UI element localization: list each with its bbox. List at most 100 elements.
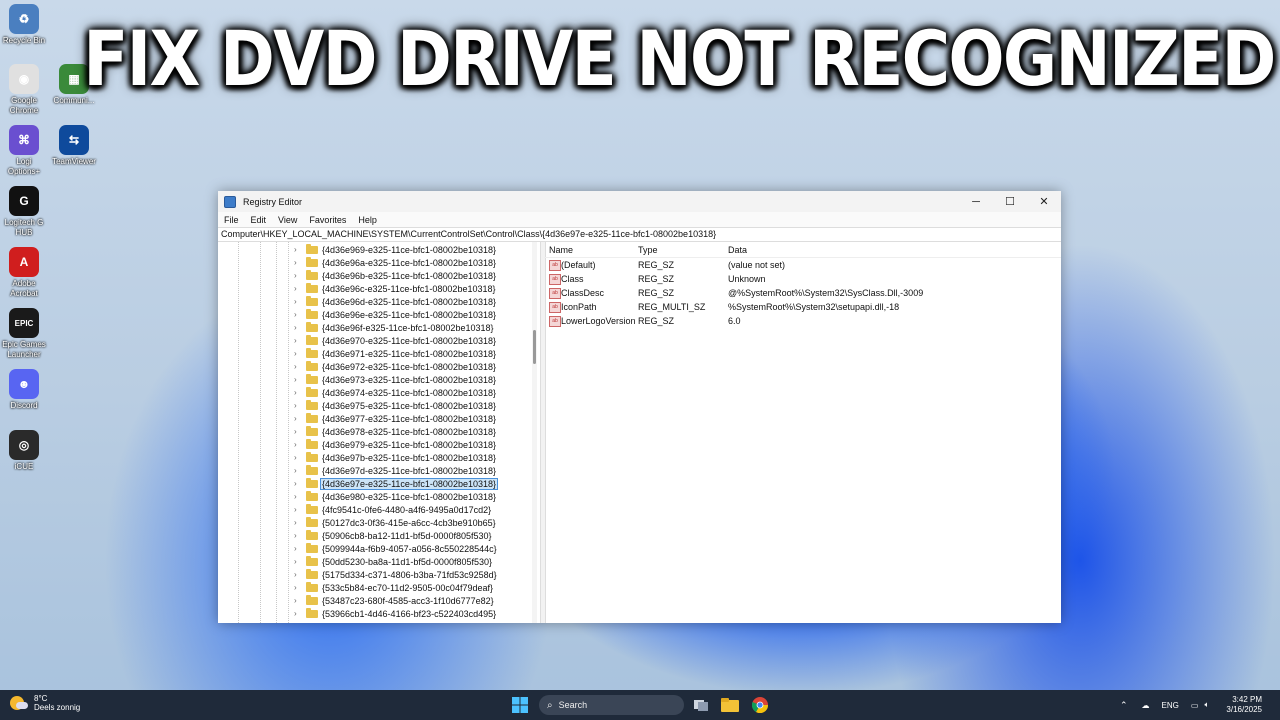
chevron-right-icon[interactable]: ›	[294, 518, 303, 527]
tree-item[interactable]: › {4d36e97b-e325-11ce-bfc1-08002be10318}	[294, 451, 497, 464]
chevron-right-icon[interactable]: ›	[294, 310, 303, 319]
minimize-button[interactable]: ─	[959, 191, 993, 212]
chevron-right-icon[interactable]: ›	[294, 440, 303, 449]
menu-favorites[interactable]: Favorites	[303, 215, 352, 225]
value-row[interactable]: ab IconPath REG_MULTI_SZ %SystemRoot%\Syste…	[544, 300, 1061, 314]
chevron-right-icon[interactable]: ›	[294, 323, 303, 332]
value-row[interactable]: ab ClassDesc REG_SZ @%SystemRoot%\System32\…	[544, 286, 1061, 300]
chevron-right-icon[interactable]: ›	[294, 609, 303, 618]
desktop-icon[interactable]: ◉ Google Chrome	[0, 64, 48, 116]
chevron-right-icon[interactable]: ›	[294, 557, 303, 566]
tree-item[interactable]: › {4d36e979-e325-11ce-bfc1-08002be10318}	[294, 438, 497, 451]
chevron-right-icon[interactable]: ›	[294, 414, 303, 423]
task-view-icon[interactable]	[692, 696, 710, 714]
chevron-right-icon[interactable]: ›	[294, 245, 303, 254]
tree-item[interactable]: › {5099944a-f6b9-4057-a056-8c550228544c}	[294, 542, 498, 555]
desktop-icon[interactable]: ⇆ TeamViewer	[50, 125, 98, 167]
chevron-right-icon[interactable]: ›	[294, 258, 303, 267]
desktop-icon[interactable]: ♻ Recycle Bin	[0, 4, 48, 46]
chrome-icon[interactable]	[751, 696, 769, 714]
chevron-right-icon[interactable]: ›	[294, 362, 303, 371]
desktop-icon[interactable]: A Adobe Acrobat	[0, 247, 48, 299]
tree-item[interactable]: › {4d36e96c-e325-11ce-bfc1-08002be10318}	[294, 282, 496, 295]
value-row[interactable]: ab (Default) REG_SZ (value not set)	[544, 258, 1061, 272]
chevron-right-icon[interactable]: ›	[294, 531, 303, 540]
chevron-right-icon[interactable]: ›	[294, 583, 303, 592]
menu-help[interactable]: Help	[352, 215, 383, 225]
tree-item[interactable]: › {4d36e96e-e325-11ce-bfc1-08002be10318}	[294, 308, 497, 321]
tree-item[interactable]: › {53487c23-680f-4585-acc3-1f10d6777e82}	[294, 594, 495, 607]
cloud-icon[interactable]: ☁	[1142, 701, 1150, 710]
desktop-icon[interactable]: G Logitech G HUB	[0, 186, 48, 238]
tree-item[interactable]: › {5175d334-c371-4806-b3ba-71fd53c9258d}	[294, 568, 498, 581]
chevron-right-icon[interactable]: ›	[294, 271, 303, 280]
address-bar[interactable]: Computer\HKEY_LOCAL_MACHINE\SYSTEM\Curre…	[218, 227, 1061, 242]
desktop-icon[interactable]: ⌘ Logi Options+	[0, 125, 48, 177]
tree-item[interactable]: › {50906cb8-ba12-11d1-bf5d-0000f805f530}	[294, 529, 492, 542]
column-data[interactable]: Data	[728, 245, 747, 255]
chevron-right-icon[interactable]: ›	[294, 453, 303, 462]
file-explorer-icon[interactable]	[721, 696, 739, 714]
tree-item[interactable]: › {4d36e971-e325-11ce-bfc1-08002be10318}	[294, 347, 497, 360]
chevron-right-icon[interactable]: ›	[294, 492, 303, 501]
menu-edit[interactable]: Edit	[245, 215, 273, 225]
tree-item[interactable]: › {50dd5230-ba8a-11d1-bf5d-0000f805f530}	[294, 555, 493, 568]
chevron-right-icon[interactable]: ›	[294, 297, 303, 306]
chevron-right-icon[interactable]: ›	[294, 466, 303, 475]
maximize-button[interactable]: ☐	[993, 191, 1027, 212]
chevron-right-icon[interactable]: ›	[294, 505, 303, 514]
title-bar[interactable]: Registry Editor ─ ☐ ✕	[218, 191, 1061, 212]
chevron-right-icon[interactable]: ›	[294, 401, 303, 410]
tree-item[interactable]: › {4d36e973-e325-11ce-bfc1-08002be10318}	[294, 373, 497, 386]
tree-item[interactable]: › {4d36e974-e325-11ce-bfc1-08002be10318}	[294, 386, 497, 399]
tree-item[interactable]: › {53966cb1-4d46-4166-bf23-c522403cd495}	[294, 607, 497, 620]
chevron-right-icon[interactable]: ›	[294, 388, 303, 397]
tree-scrollbar[interactable]	[532, 242, 537, 623]
tree-item[interactable]: › {4d36e96a-e325-11ce-bfc1-08002be10318}	[294, 256, 497, 269]
chevron-right-icon[interactable]: ›	[294, 479, 303, 488]
tree-item[interactable]: › {50127dc3-0f36-415e-a6cc-4cb3be910b65}	[294, 516, 497, 529]
chevron-right-icon[interactable]: ›	[294, 284, 303, 293]
column-name[interactable]: Name	[549, 245, 573, 255]
tree-item[interactable]: › {4d36e972-e325-11ce-bfc1-08002be10318}	[294, 360, 497, 373]
tree-item[interactable]: › {4fc9541c-0fe6-4480-a4f6-9495a0d17cd2}	[294, 503, 492, 516]
chevron-right-icon[interactable]: ›	[294, 427, 303, 436]
taskbar-search[interactable]: ⌕ Search	[539, 695, 684, 715]
tree-item[interactable]: › {4d36e96d-e325-11ce-bfc1-08002be10318}	[294, 295, 497, 308]
menu-file[interactable]: File	[218, 215, 245, 225]
scrollbar-thumb[interactable]	[533, 330, 536, 364]
close-button[interactable]: ✕	[1027, 191, 1061, 212]
tree-item[interactable]: › {4d36e969-e325-11ce-bfc1-08002be10318}	[294, 243, 497, 256]
volume-icon[interactable]: 🔈︎	[1204, 700, 1209, 710]
clock[interactable]: 3:42 PM 3/16/2025	[1226, 695, 1262, 715]
desktop-icon[interactable]: ◎ iCUE	[0, 430, 48, 472]
chevron-up-icon[interactable]: ⌃	[1120, 700, 1128, 711]
tree-item-label: {4d36e97d-e325-11ce-bfc1-08002be10318}	[322, 465, 496, 476]
tree-item[interactable]: › {4d36e97e-e325-11ce-bfc1-08002be10318}	[294, 477, 498, 490]
tree-item[interactable]: › {4d36e977-e325-11ce-bfc1-08002be10318}	[294, 412, 497, 425]
chevron-right-icon[interactable]: ›	[294, 570, 303, 579]
desktop-icon[interactable]: ☻ Discord	[0, 369, 48, 411]
tree-item[interactable]: › {4d36e96f-e325-11ce-bfc1-08002be10318}	[294, 321, 494, 334]
chevron-right-icon[interactable]: ›	[294, 375, 303, 384]
column-type[interactable]: Type	[638, 245, 658, 255]
tree-item[interactable]: › {4d36e975-e325-11ce-bfc1-08002be10318}	[294, 399, 497, 412]
chevron-right-icon[interactable]: ›	[294, 336, 303, 345]
tree-item[interactable]: › {4d36e96b-e325-11ce-bfc1-08002be10318}	[294, 269, 497, 282]
tree-item[interactable]: › {533c5b84-ec70-11d2-9505-00c04f79deaf}	[294, 581, 494, 594]
chevron-right-icon[interactable]: ›	[294, 544, 303, 553]
chevron-right-icon[interactable]: ›	[294, 596, 303, 605]
start-icon[interactable]	[511, 696, 529, 714]
chevron-right-icon[interactable]: ›	[294, 349, 303, 358]
value-row[interactable]: ab LowerLogoVersion REG_SZ 6.0	[544, 314, 1061, 328]
tree-item[interactable]: › {4d36e978-e325-11ce-bfc1-08002be10318}	[294, 425, 497, 438]
weather-widget[interactable]: 8°C Deels zonnig	[10, 694, 80, 712]
value-row[interactable]: ab Class REG_SZ Unknown	[544, 272, 1061, 286]
menu-view[interactable]: View	[272, 215, 303, 225]
desktop-icon[interactable]: EPIC Epic Games Launcher	[0, 308, 48, 360]
language-indicator[interactable]: ENG	[1162, 701, 1179, 710]
tree-item[interactable]: › {4d36e980-e325-11ce-bfc1-08002be10318}	[294, 490, 497, 503]
tree-item[interactable]: › {4d36e970-e325-11ce-bfc1-08002be10318}	[294, 334, 497, 347]
tree-item[interactable]: › {4d36e97d-e325-11ce-bfc1-08002be10318}	[294, 464, 497, 477]
network-icon[interactable]: ▭	[1191, 701, 1199, 710]
